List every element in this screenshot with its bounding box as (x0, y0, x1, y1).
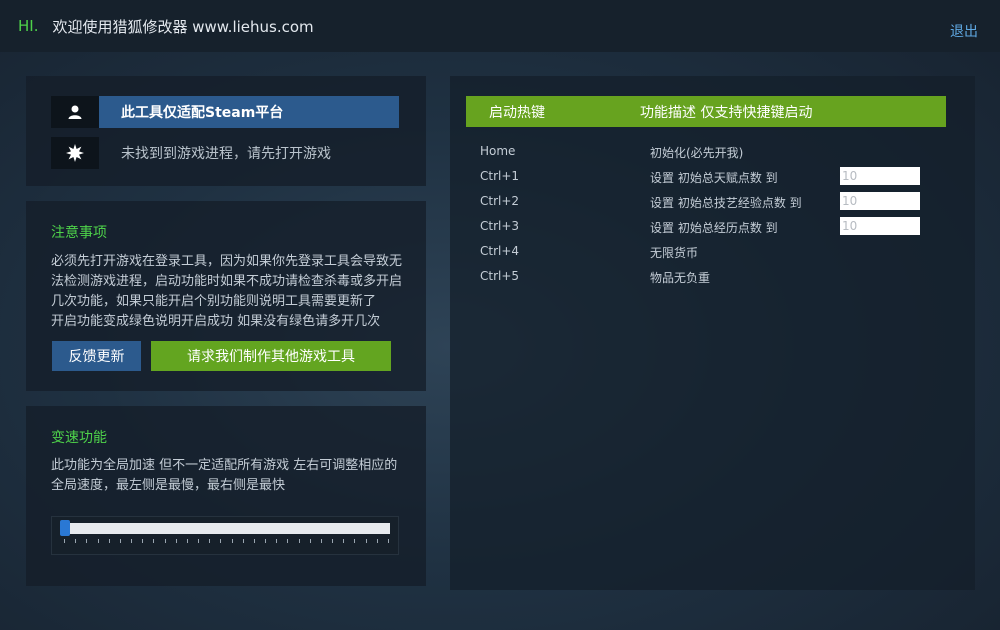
header-description: 功能描述 仅支持快捷键启动 (640, 105, 813, 121)
steam-notice-row: 此工具仅适配Steam平台 (51, 96, 399, 128)
slider-tick (108, 539, 110, 543)
slider-tick (75, 539, 77, 543)
slider-tick (186, 539, 188, 543)
hotkey-desc: 设置 初始总技艺经验点数 到 (650, 196, 802, 210)
hotkey-key: Ctrl+1 (480, 169, 520, 183)
slider-tick (220, 539, 222, 543)
hotkey-desc: 无限货币 (650, 246, 699, 260)
hotkey-row: Ctrl+1 设置 初始总天赋点数 到 (480, 167, 950, 187)
slider-tick (242, 539, 244, 543)
slider-tick (97, 539, 99, 543)
slider-tick (365, 539, 367, 543)
hotkey-desc: 物品无负重 (650, 271, 711, 285)
notice-line: 开启功能变成绿色说明开启成功 如果没有绿色请多开几次 (51, 314, 381, 329)
speed-line: 全局速度，最左侧是最慢，最右侧是最快 (51, 478, 286, 493)
hotkey-key: Ctrl+3 (480, 219, 520, 233)
hotkey-key: Home (480, 144, 516, 158)
speed-text: 此功能为全局加速 但不一定适配所有游戏 左右可调整相应的 全局速度，最左侧是最慢… (51, 456, 411, 496)
talent-points-input[interactable] (840, 167, 920, 185)
title-bar: HI. 欢迎使用猎狐修改器 www.liehus.com 退出 (0, 0, 1000, 52)
hotkey-key: Ctrl+4 (480, 244, 520, 258)
slider-tick (153, 539, 155, 543)
notice-line: 必须先打开游戏在登录工具，因为如果你先登录工具会导致无 (51, 254, 403, 269)
hotkey-key: Ctrl+2 (480, 194, 520, 208)
hotkeys-header: 启动热键 功能描述 仅支持快捷键启动 (466, 96, 946, 127)
slider-tick (175, 539, 177, 543)
process-status-row: 未找到到游戏进程，请先打开游戏 (51, 137, 331, 169)
slider-tick (332, 539, 334, 543)
slider-tick (265, 539, 267, 543)
slider-tick (320, 539, 322, 543)
slider-tick (86, 539, 88, 543)
slider-tick (119, 539, 121, 543)
notice-title: 注意事项 (51, 225, 107, 241)
slider-tick (64, 539, 65, 543)
process-status: 未找到到游戏进程，请先打开游戏 (121, 146, 331, 162)
feedback-button[interactable]: 反馈更新 (52, 341, 141, 371)
slider-tick (298, 539, 300, 543)
hotkey-row: Ctrl+4 无限货币 (480, 242, 950, 262)
app-title: 欢迎使用猎狐修改器 www.liehus.com (52, 17, 314, 36)
slider-tick (309, 539, 311, 543)
hotkey-desc: 设置 初始总天赋点数 到 (650, 171, 778, 185)
slider-tick (231, 539, 233, 543)
slider-track[interactable] (62, 523, 390, 534)
speed-title: 变速功能 (51, 430, 107, 446)
slider-tick (287, 539, 289, 543)
slider-tick (198, 539, 200, 543)
slider-tick (253, 539, 255, 543)
experience-points-input[interactable] (840, 217, 920, 235)
slider-tick (354, 539, 356, 543)
hotkey-row: Ctrl+5 物品无负重 (480, 267, 950, 287)
speed-panel: 变速功能 此功能为全局加速 但不一定适配所有游戏 左右可调整相应的 全局速度，最… (26, 406, 426, 586)
slider-tick (164, 539, 166, 543)
status-panel: 此工具仅适配Steam平台 未找到到游戏进程，请先打开游戏 (26, 76, 426, 186)
gear-icon (51, 137, 99, 169)
slider-tick (388, 539, 389, 543)
logout-link[interactable]: 退出 (950, 21, 978, 41)
speed-line: 此功能为全局加速 但不一定适配所有游戏 左右可调整相应的 (51, 458, 398, 473)
steam-notice: 此工具仅适配Steam平台 (99, 96, 399, 128)
slider-thumb[interactable] (60, 520, 70, 536)
header-hotkey: 启动热键 (489, 105, 545, 121)
notice-line: 法检测游戏进程，启动功能时如果不成功请检查杀毒或多开启 (51, 274, 403, 289)
slider-tick (276, 539, 278, 543)
notice-line: 几次功能，如果只能开启个别功能则说明工具需要更新了 (51, 294, 377, 309)
hotkey-row: Ctrl+3 设置 初始总经历点数 到 (480, 217, 950, 237)
notice-panel: 注意事项 必须先打开游戏在登录工具，因为如果你先登录工具会导致无 法检测游戏进程… (26, 201, 426, 391)
hotkey-key: Ctrl+5 (480, 269, 520, 283)
slider-tick (376, 539, 378, 543)
hotkey-row: Ctrl+2 设置 初始总技艺经验点数 到 (480, 192, 950, 212)
hotkey-desc: 设置 初始总经历点数 到 (650, 221, 778, 235)
slider-tick (142, 539, 144, 543)
hotkeys-panel: 启动热键 功能描述 仅支持快捷键启动 Home 初始化(必先开我) Ctrl+1… (450, 76, 975, 590)
slider-tick (343, 539, 345, 543)
slider-ticks (64, 539, 389, 545)
hotkey-desc: 初始化(必先开我) (650, 146, 744, 160)
speed-slider[interactable] (51, 516, 399, 555)
request-tool-button[interactable]: 请求我们制作其他游戏工具 (151, 341, 391, 371)
notice-text: 必须先打开游戏在登录工具，因为如果你先登录工具会导致无 法检测游戏进程，启动功能… (51, 252, 411, 332)
slider-tick (131, 539, 133, 543)
user-icon (51, 96, 99, 128)
hotkey-row: Home 初始化(必先开我) (480, 142, 950, 162)
hi-label: HI. (18, 17, 39, 35)
slider-tick (209, 539, 211, 543)
skill-exp-input[interactable] (840, 192, 920, 210)
